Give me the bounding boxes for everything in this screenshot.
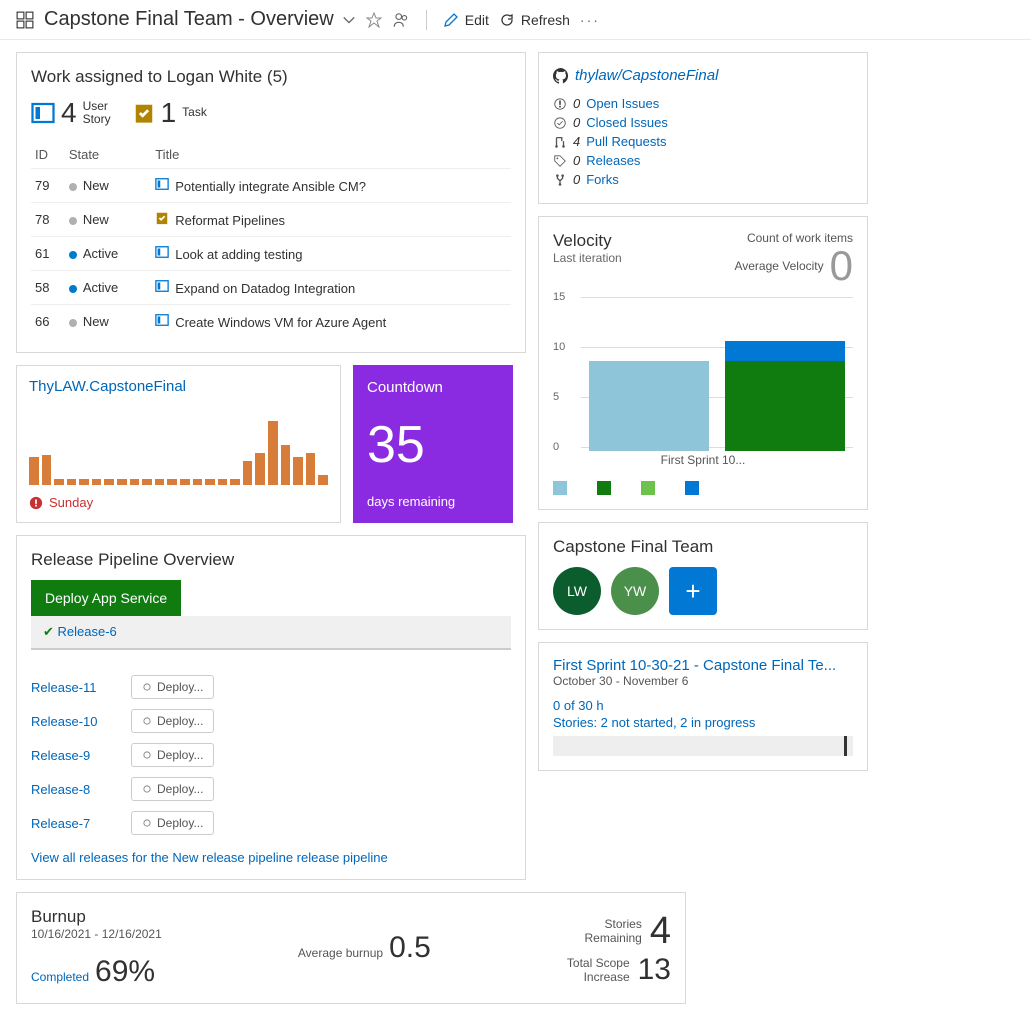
github-widget: thylaw/CapstoneFinal 0 Open Issues0 Clos…	[538, 52, 868, 204]
deploy-stage-pill[interactable]: Deploy...	[131, 777, 214, 801]
release-row[interactable]: Release-7 Deploy...	[31, 806, 511, 840]
edit-button[interactable]: Edit	[443, 12, 489, 28]
avatar[interactable]: YW	[611, 567, 659, 615]
dashboard-icon	[16, 11, 34, 29]
legend-swatch	[641, 481, 655, 495]
refresh-button[interactable]: Refresh	[499, 12, 570, 28]
circle-icon	[142, 818, 152, 828]
release-pipeline-widget: Release Pipeline Overview Deploy App Ser…	[16, 535, 526, 880]
warning-icon	[29, 496, 43, 510]
deploy-stage[interactable]: Deploy App Service	[31, 580, 181, 616]
work-item-row[interactable]: 78NewReformat Pipelines	[31, 203, 511, 237]
user-story-icon	[31, 101, 55, 125]
closed-icon	[553, 116, 567, 130]
circle-icon	[142, 716, 152, 726]
fork-icon	[553, 173, 567, 187]
pr-icon	[553, 135, 567, 149]
github-stat[interactable]: 0 Open Issues	[553, 94, 853, 113]
work-item-type-icon	[155, 315, 169, 330]
toolbar: Capstone Final Team - Overview Edit Refr…	[0, 0, 1031, 40]
work-item-type-icon	[155, 281, 169, 296]
work-item-row[interactable]: 79NewPotentially integrate Ansible CM?	[31, 169, 511, 203]
sprint-progress	[553, 736, 853, 756]
circle-icon	[142, 750, 152, 760]
add-member-button[interactable]: +	[669, 567, 717, 615]
work-assigned-widget: Work assigned to Logan White (5) 4 User …	[16, 52, 526, 353]
team-members-widget: Capstone Final Team LWYW+	[538, 522, 868, 630]
sprint-widget: First Sprint 10-30-21 - Capstone Final T…	[538, 642, 868, 771]
velocity-widget: Velocity Last iteration Count of work it…	[538, 216, 868, 510]
deploy-stage-pill[interactable]: Deploy...	[131, 811, 214, 835]
github-stat[interactable]: 0 Releases	[553, 151, 853, 170]
circle-icon	[142, 784, 152, 794]
avatar[interactable]: LW	[553, 567, 601, 615]
build-history-widget: ThyLAW.CapstoneFinal Sunday	[16, 365, 341, 523]
release-link: Release-10	[31, 714, 111, 729]
work-item-type-icon	[155, 179, 169, 194]
pencil-icon	[443, 12, 459, 28]
burnup-widget: Burnup 10/16/2021 - 12/16/2021 Completed…	[16, 892, 686, 1004]
team-icon[interactable]	[392, 11, 410, 29]
view-all-releases-link[interactable]: View all releases for the New release pi…	[31, 850, 511, 865]
countdown-widget: Countdown 35 days remaining	[353, 365, 513, 523]
release-link: Release-9	[31, 748, 111, 763]
refresh-icon	[499, 12, 515, 28]
release-row[interactable]: Release-11 Deploy...	[31, 670, 511, 704]
current-release[interactable]: ✔ Release-6	[31, 616, 511, 650]
github-stat[interactable]: 0 Forks	[553, 170, 853, 189]
release-link: Release-7	[31, 816, 111, 831]
spark-chart	[29, 405, 328, 485]
github-icon	[553, 68, 569, 84]
work-item-type-icon	[155, 213, 169, 228]
release-row[interactable]: Release-8 Deploy...	[31, 772, 511, 806]
github-stat[interactable]: 4 Pull Requests	[553, 132, 853, 151]
release-link: Release-11	[31, 680, 111, 695]
page-title[interactable]: Capstone Final Team - Overview	[44, 8, 356, 31]
build-link[interactable]: ThyLAW.CapstoneFinal	[29, 378, 328, 395]
deploy-stage-pill[interactable]: Deploy...	[131, 709, 214, 733]
release-row[interactable]: Release-9 Deploy...	[31, 738, 511, 772]
legend-swatch	[685, 481, 699, 495]
velocity-chart: First Sprint 10... 051015	[553, 297, 853, 477]
chart-legend	[553, 481, 853, 495]
chevron-down-icon	[342, 13, 356, 27]
sprint-link[interactable]: First Sprint 10-30-21 - Capstone Final T…	[553, 657, 853, 674]
widget-title: Work assigned to Logan White (5)	[31, 67, 511, 87]
task-icon	[133, 102, 155, 124]
status-text: Sunday	[29, 495, 328, 510]
github-repo-link[interactable]: thylaw/CapstoneFinal	[553, 67, 853, 84]
work-items-table: ID State Title 79NewPotentially integrat…	[31, 141, 511, 338]
release-link: Release-8	[31, 782, 111, 797]
more-button[interactable]: ···	[580, 12, 600, 28]
work-item-row[interactable]: 66NewCreate Windows VM for Azure Agent	[31, 305, 511, 339]
star-icon[interactable]	[366, 12, 382, 28]
work-item-row[interactable]: 61ActiveLook at adding testing	[31, 237, 511, 271]
deploy-stage-pill[interactable]: Deploy...	[131, 675, 214, 699]
deploy-stage-pill[interactable]: Deploy...	[131, 743, 214, 767]
tag-icon	[553, 154, 567, 168]
release-row[interactable]: Release-10 Deploy...	[31, 704, 511, 738]
legend-swatch	[597, 481, 611, 495]
work-item-row[interactable]: 58ActiveExpand on Datadog Integration	[31, 271, 511, 305]
work-item-type-icon	[155, 247, 169, 262]
legend-swatch	[553, 481, 567, 495]
circle-icon	[142, 682, 152, 692]
issue-icon	[553, 97, 567, 111]
github-stat[interactable]: 0 Closed Issues	[553, 113, 853, 132]
